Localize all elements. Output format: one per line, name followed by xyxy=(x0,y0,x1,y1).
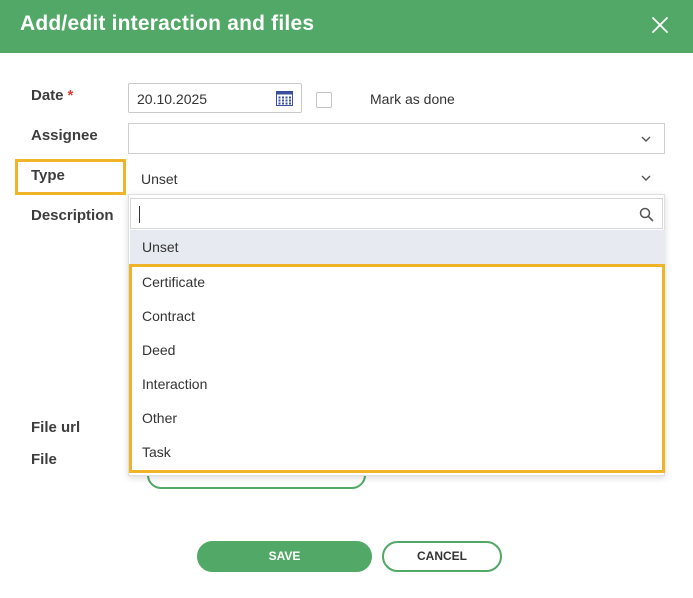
option-label: Deed xyxy=(142,342,176,358)
cancel-button[interactable]: CANCEL xyxy=(382,541,502,572)
dialog-header: Add/edit interaction and files xyxy=(0,0,693,53)
option-label: Task xyxy=(142,444,171,460)
dropdown-option-unset[interactable]: Unset xyxy=(130,230,665,264)
date-field[interactable]: 20.10.2025 xyxy=(128,83,302,113)
option-label: Interaction xyxy=(142,376,208,392)
required-marker: * xyxy=(67,87,74,104)
option-label: Other xyxy=(142,410,178,426)
close-button[interactable] xyxy=(646,11,674,39)
search-icon xyxy=(639,207,654,222)
file-url-label: File url xyxy=(31,419,81,436)
dropdown-option-task[interactable]: Task xyxy=(130,435,665,469)
dropdown-search-field[interactable] xyxy=(130,198,663,229)
type-value: Unset xyxy=(141,171,178,187)
dropdown-option-interaction[interactable]: Interaction xyxy=(130,367,665,401)
option-label: Unset xyxy=(142,239,179,255)
mark-as-done-label: Mark as done xyxy=(370,91,455,107)
description-label: Description xyxy=(31,207,114,224)
file-label: File xyxy=(31,451,57,468)
mark-as-done-checkbox[interactable] xyxy=(316,92,332,108)
dropdown-option-other[interactable]: Other xyxy=(130,401,665,435)
date-value: 20.10.2025 xyxy=(137,91,208,107)
calendar-icon[interactable] xyxy=(276,91,293,106)
option-label: Certificate xyxy=(142,274,206,290)
chevron-down-icon xyxy=(641,175,651,181)
dropdown-option-certificate[interactable]: Certificate xyxy=(130,265,665,299)
type-label-highlight xyxy=(15,159,126,195)
dropdown-search-input[interactable] xyxy=(137,203,627,225)
dialog-title: Add/edit interaction and files xyxy=(20,12,315,35)
dropdown-option-deed[interactable]: Deed xyxy=(130,333,665,367)
dropdown-option-contract[interactable]: Contract xyxy=(130,299,665,333)
assignee-select[interactable] xyxy=(128,123,665,154)
chevron-down-icon xyxy=(641,136,651,142)
type-select[interactable]: Unset xyxy=(128,162,665,193)
option-label: Contract xyxy=(142,308,195,324)
assignee-label: Assignee xyxy=(31,127,98,144)
type-dropdown: Unset Certificate Contract Deed Interact… xyxy=(128,194,665,476)
date-label-text: Date xyxy=(31,87,64,104)
date-label: Date * xyxy=(31,87,73,104)
save-button[interactable]: SAVE xyxy=(197,541,372,572)
close-icon xyxy=(652,17,668,33)
